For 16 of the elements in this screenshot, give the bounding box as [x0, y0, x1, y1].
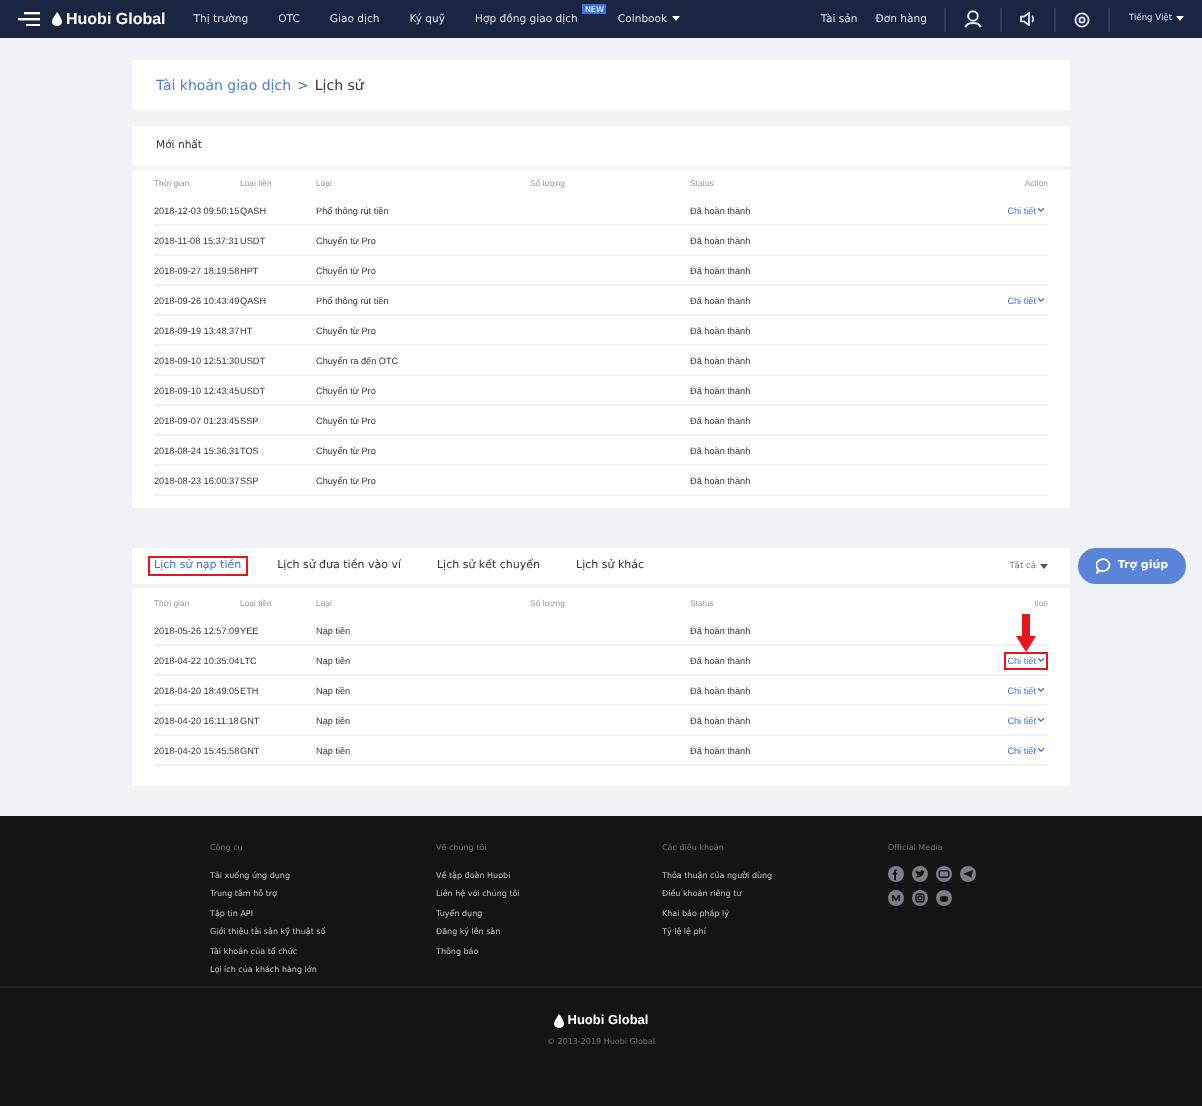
down-arrow-icon [1015, 613, 1036, 651]
speaker-icon[interactable] [1020, 12, 1037, 26]
caret-icon [1040, 563, 1048, 569]
twitter-icon[interactable] [912, 866, 928, 882]
caret-icon [1176, 16, 1184, 22]
telegram-icon[interactable] [960, 866, 976, 882]
chat-icon [1095, 558, 1112, 574]
user-icon[interactable] [964, 10, 983, 28]
youtube-icon[interactable] [936, 866, 952, 882]
instagram-icon[interactable] [912, 890, 928, 906]
medium-icon[interactable] [888, 890, 904, 906]
logo-text: Huobi Global [66, 10, 166, 28]
flame-icon [52, 12, 62, 26]
flame-icon [553, 1014, 564, 1028]
menu-icon[interactable] [18, 12, 40, 26]
facebook-icon[interactable] [888, 866, 904, 882]
